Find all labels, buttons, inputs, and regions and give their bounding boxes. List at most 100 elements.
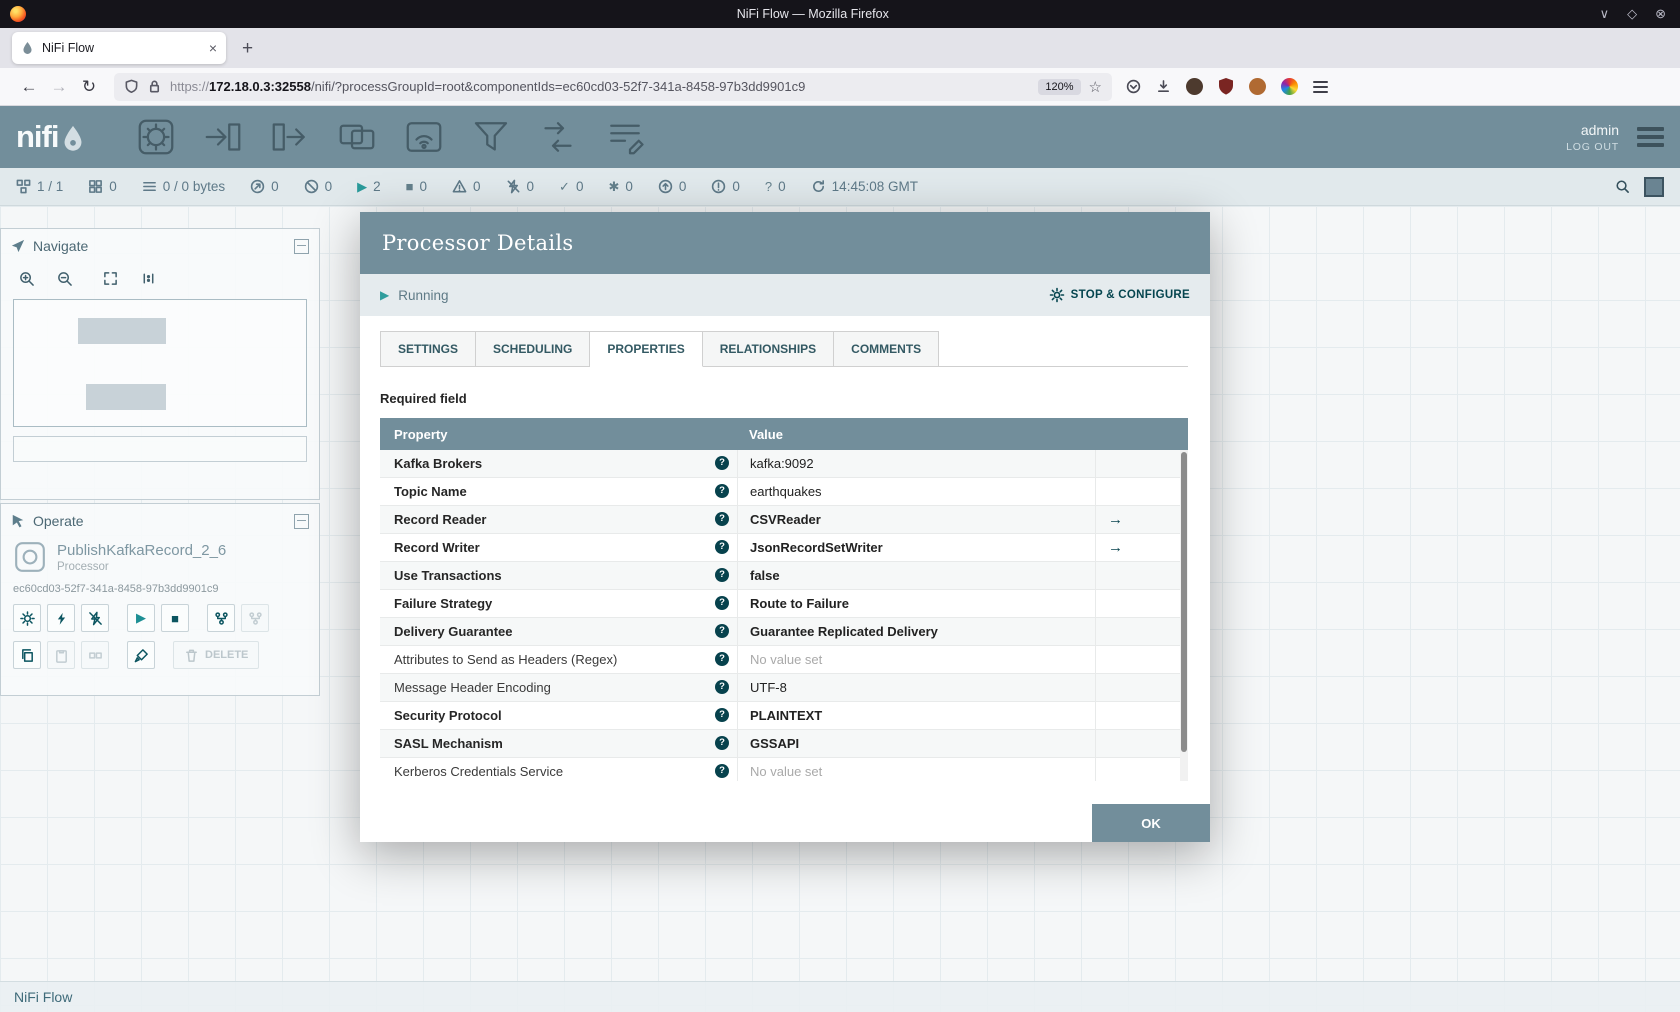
- input-port-tool-icon[interactable]: [203, 117, 243, 157]
- nifi-logo: nifi: [16, 121, 84, 152]
- url-text[interactable]: https://172.18.0.3:32558/nifi/?processGr…: [170, 79, 1030, 94]
- scrollbar-thumb[interactable]: [1181, 452, 1187, 752]
- enable-button[interactable]: [47, 604, 75, 632]
- birdseye-minimap[interactable]: [13, 299, 307, 427]
- go-to-service-icon[interactable]: →: [1108, 539, 1123, 556]
- property-row[interactable]: Kerberos Credentials Service? No value s…: [380, 758, 1180, 781]
- processor-details-dialog: Processor Details ▶ Running STOP & CONFI…: [360, 212, 1210, 842]
- browser-tab[interactable]: NiFi Flow ×: [12, 32, 226, 64]
- search-icon[interactable]: [1615, 179, 1630, 194]
- help-icon[interactable]: ?: [715, 484, 729, 498]
- zoom-indicator[interactable]: 120%: [1038, 78, 1081, 95]
- property-row[interactable]: Use Transactions? false: [380, 562, 1180, 590]
- help-icon[interactable]: ?: [715, 512, 729, 526]
- panel-toggle-button[interactable]: [1644, 176, 1664, 197]
- tab-properties[interactable]: PROPERTIES: [590, 331, 703, 367]
- locally-modified-icon: ✱: [608, 178, 620, 194]
- reload-icon[interactable]: ↻: [74, 77, 104, 97]
- nifi-global-menu-icon[interactable]: [1637, 127, 1664, 147]
- go-to-service-icon[interactable]: →: [1108, 511, 1123, 528]
- stop-and-configure-button[interactable]: STOP & CONFIGURE: [1049, 287, 1190, 303]
- nifi-droplet-icon: [64, 126, 81, 151]
- fill-color-button[interactable]: [127, 641, 155, 669]
- trash-icon: [186, 649, 197, 662]
- help-icon[interactable]: ?: [715, 540, 729, 554]
- property-row[interactable]: Topic Name? earthquakes: [380, 478, 1180, 506]
- value-column-header: Value: [749, 426, 783, 442]
- tab-comments[interactable]: COMMENTS: [834, 331, 940, 367]
- ublock-extension-icon[interactable]: [1218, 78, 1234, 95]
- help-icon[interactable]: ?: [715, 624, 729, 638]
- zoom-in-button[interactable]: [13, 265, 39, 291]
- help-icon[interactable]: ?: [715, 652, 729, 666]
- table-scrollbar[interactable]: [1180, 450, 1188, 781]
- collapse-navigate-icon[interactable]: [294, 238, 309, 254]
- breadcrumb[interactable]: NiFi Flow: [14, 989, 72, 1005]
- output-port-tool-icon[interactable]: [270, 117, 310, 157]
- stale-status: 0: [658, 179, 686, 194]
- ok-button[interactable]: OK: [1092, 804, 1210, 842]
- start-version-control-button[interactable]: [207, 604, 235, 632]
- window-minimize-icon[interactable]: ∨: [1600, 6, 1610, 22]
- extension-1-icon[interactable]: [1186, 78, 1203, 95]
- help-icon[interactable]: ?: [715, 708, 729, 722]
- copy-button[interactable]: [13, 641, 41, 669]
- property-row[interactable]: Attributes to Send as Headers (Regex)? N…: [380, 646, 1180, 674]
- new-tab-button[interactable]: +: [242, 39, 253, 58]
- stop-button[interactable]: ■: [161, 604, 189, 632]
- dialog-header: Processor Details: [360, 212, 1210, 274]
- extension-2-icon[interactable]: [1249, 78, 1266, 95]
- browser-menu-icon[interactable]: [1313, 80, 1328, 93]
- zoom-out-button[interactable]: [51, 265, 77, 291]
- collapse-operate-icon[interactable]: [294, 513, 309, 529]
- window-maximize-icon[interactable]: ◇: [1627, 6, 1637, 22]
- help-icon[interactable]: ?: [715, 596, 729, 610]
- tab-scheduling[interactable]: SCHEDULING: [476, 331, 591, 367]
- invalid-status: 0: [452, 179, 481, 194]
- property-row[interactable]: Kafka Brokers? kafka:9092: [380, 450, 1180, 478]
- download-icon[interactable]: [1156, 79, 1171, 94]
- refresh-icon[interactable]: [811, 179, 826, 194]
- transmitting-icon: [250, 179, 265, 194]
- extension-3-icon[interactable]: [1281, 78, 1298, 95]
- property-row[interactable]: SASL Mechanism? GSSAPI: [380, 730, 1180, 758]
- processor-tool-icon[interactable]: [136, 117, 176, 157]
- help-icon[interactable]: ?: [715, 680, 729, 694]
- disable-button[interactable]: [81, 604, 109, 632]
- help-icon[interactable]: ?: [715, 736, 729, 750]
- label-tool-icon[interactable]: [605, 117, 645, 157]
- property-column-header: Property: [394, 426, 448, 442]
- tab-favicon-icon: [23, 41, 32, 54]
- url-bar[interactable]: https://172.18.0.3:32558/nifi/?processGr…: [114, 72, 1112, 101]
- tracking-shield-icon[interactable]: [124, 79, 139, 94]
- bookmark-star-icon[interactable]: ☆: [1089, 78, 1102, 96]
- property-row[interactable]: Message Header Encoding? UTF-8: [380, 674, 1180, 702]
- help-icon[interactable]: ?: [715, 764, 729, 778]
- window-titlebar: NiFi Flow — Mozilla Firefox ∨ ◇ ⊗: [0, 0, 1680, 28]
- dialog-body: SETTINGS SCHEDULING PROPERTIES RELATIONS…: [360, 316, 1210, 857]
- configure-button[interactable]: [13, 604, 41, 632]
- property-row[interactable]: Security Protocol? PLAINTEXT: [380, 702, 1180, 730]
- funnel-tool-icon[interactable]: [471, 117, 511, 157]
- property-row[interactable]: Record Reader? CSVReader →: [380, 506, 1180, 534]
- lock-icon[interactable]: [147, 79, 162, 94]
- back-icon[interactable]: ←: [14, 77, 44, 97]
- logout-link[interactable]: LOG OUT: [1566, 141, 1619, 153]
- zoom-fit-button[interactable]: [97, 265, 123, 291]
- help-icon[interactable]: ?: [715, 568, 729, 582]
- remote-process-group-tool-icon[interactable]: [404, 117, 444, 157]
- tab-close-icon[interactable]: ×: [209, 40, 217, 56]
- template-tool-icon[interactable]: [538, 117, 578, 157]
- process-group-tool-icon[interactable]: [337, 117, 377, 157]
- tab-relationships[interactable]: RELATIONSHIPS: [702, 331, 835, 367]
- property-row[interactable]: Delivery Guarantee? Guarantee Replicated…: [380, 618, 1180, 646]
- start-button[interactable]: ▶: [127, 604, 155, 632]
- actual-size-button[interactable]: [135, 265, 161, 291]
- window-close-icon[interactable]: ⊗: [1655, 6, 1666, 22]
- selected-component-name: PublishKafkaRecord_2_6: [57, 541, 227, 559]
- help-icon[interactable]: ?: [715, 456, 729, 470]
- tab-settings[interactable]: SETTINGS: [380, 331, 477, 367]
- property-row[interactable]: Record Writer? JsonRecordSetWriter →: [380, 534, 1180, 562]
- property-row[interactable]: Failure Strategy? Route to Failure: [380, 590, 1180, 618]
- pocket-icon[interactable]: [1126, 79, 1141, 94]
